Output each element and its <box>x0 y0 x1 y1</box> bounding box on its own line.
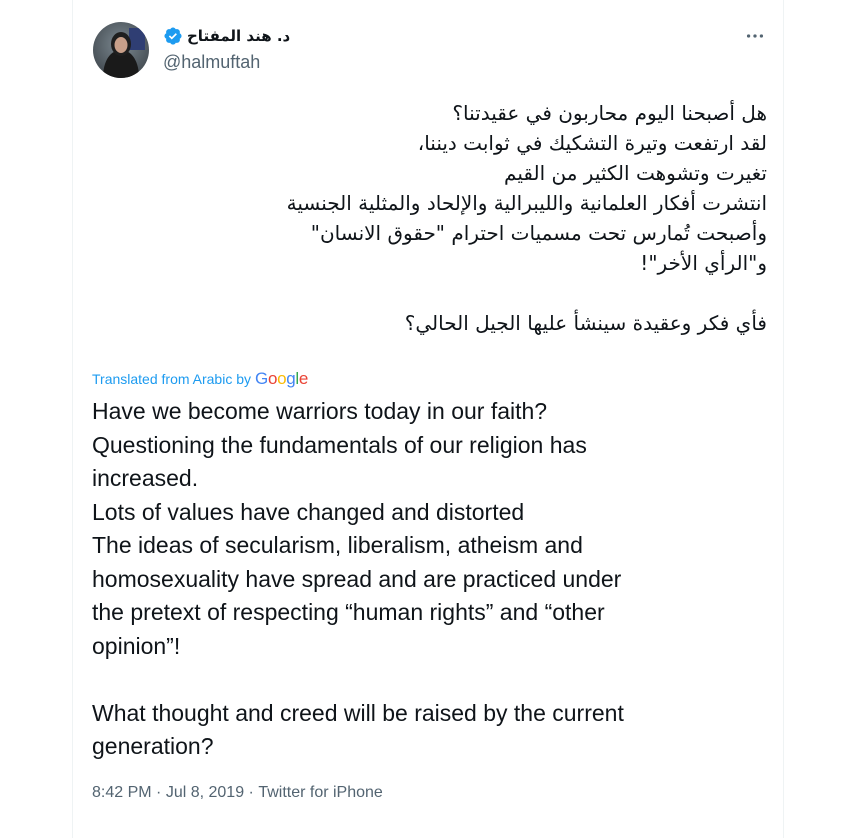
english-line: The ideas of secularism, liberalism, ath… <box>92 532 583 558</box>
tweet-metadata: 8:42 PM · Jul 8, 2019 · Twitter for iPho… <box>92 784 383 802</box>
english-line: homosexuality have spread and are practi… <box>92 565 622 592</box>
more-options-button[interactable] <box>743 24 767 48</box>
display-name[interactable]: د. هند المفتاح <box>187 27 290 45</box>
meta-separator: · <box>151 784 166 801</box>
avatar[interactable] <box>93 22 149 78</box>
english-line: increased. <box>92 465 199 491</box>
verified-badge-icon <box>163 26 183 46</box>
meta-separator: · <box>244 784 259 801</box>
avatar-image <box>93 22 149 78</box>
arabic-line: انتشرت أفكار العلمانية والليبرالية والإل… <box>286 191 767 215</box>
tweet-text-translated: Have we become warriors today in our fai… <box>92 395 762 764</box>
english-line: Questioning the fundamentals of our reli… <box>92 431 587 458</box>
tweet-card: د. هند المفتاح @halmuftah هل أصبحنا اليو… <box>72 0 784 838</box>
handle[interactable]: @halmuftah <box>163 52 260 73</box>
english-line: the pretext of respecting “human rights”… <box>92 599 605 625</box>
google-logo-letter: G <box>255 369 268 388</box>
english-line: Have we become warriors today in our fai… <box>92 398 548 424</box>
google-logo-letter: o <box>277 369 287 388</box>
arabic-line: لقد ارتفعت وتيرة التشكيك في ثوابت ديننا، <box>417 131 767 155</box>
tweet-source[interactable]: Twitter for iPhone <box>258 784 383 802</box>
google-logo-letter: e <box>298 369 309 388</box>
arabic-line: فأي فكر وعقيدة سينشأ عليها الجيل الحالي؟ <box>404 311 767 335</box>
google-logo-letter: o <box>267 369 278 388</box>
translation-label: Translated from Arabic by <box>92 371 251 387</box>
google-logo: Google <box>255 369 308 389</box>
english-line: What thought and creed will be raised by… <box>92 699 624 726</box>
english-line: generation? <box>92 733 214 759</box>
arabic-line: تغيرت وتشوهت الكثير من القيم <box>504 161 767 185</box>
tweet-time[interactable]: 8:42 PM <box>92 784 152 802</box>
english-line: Lots of values have changed and distorte… <box>92 498 525 525</box>
tweet-text-arabic: هل أصبحنا اليوم محاربون في عقيدتنا؟ لقد … <box>207 98 767 338</box>
tweet-date[interactable]: Jul 8, 2019 <box>166 784 244 802</box>
english-line: opinion”! <box>92 632 181 659</box>
arabic-line: هل أصبحنا اليوم محاربون في عقيدتنا؟ <box>452 101 767 125</box>
ellipsis-icon <box>746 34 764 38</box>
translation-attribution[interactable]: Translated from Arabic by Google <box>92 369 308 389</box>
arabic-line: و"الرأي الأخر"! <box>640 251 767 275</box>
arabic-line: وأصبحت تُمارس تحت مسميات احترام "حقوق ال… <box>310 221 767 245</box>
author-name-row[interactable]: د. هند المفتاح <box>163 26 290 46</box>
